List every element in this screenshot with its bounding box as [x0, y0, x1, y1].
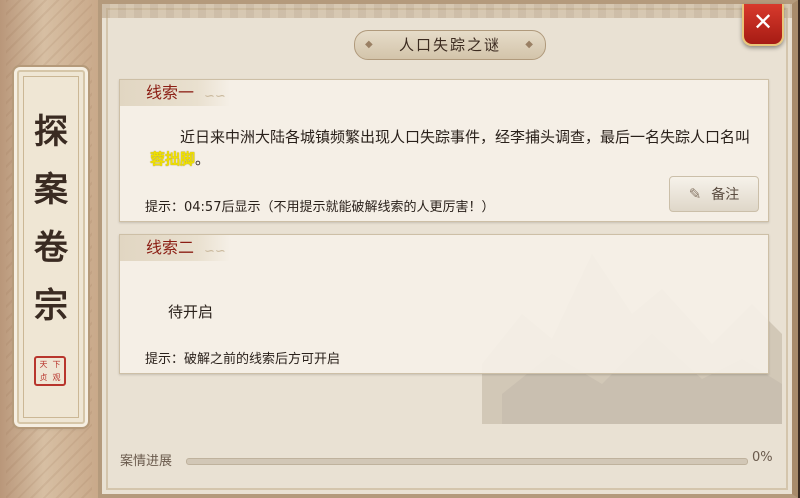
clue-hint: 提示：04:57后显示（不用提示就能破解线索的人更厉害！）	[145, 200, 495, 215]
case-progress-bar	[186, 458, 748, 465]
banner-title-char: 宗	[34, 286, 68, 326]
clue-status: 待开启	[168, 303, 214, 321]
seal-char: 贞	[39, 373, 48, 382]
decorative-top-band	[102, 4, 792, 18]
progress-value: 0%	[752, 450, 773, 465]
clue-label: 线索二	[146, 238, 195, 257]
seal-char: 下	[52, 360, 61, 369]
close-button[interactable]: ✕	[742, 4, 784, 46]
suspect-name[interactable]: 蓉拙脚	[150, 150, 195, 168]
clue-text-end: 。	[195, 150, 211, 168]
note-button-label: 备注	[711, 187, 740, 203]
clue-card-2: 线索二 ∽∽ 待开启 提示：破解之前的线索后方可开启	[119, 234, 769, 374]
clue-label: 线索一	[146, 83, 195, 102]
swirl-ornament-icon: ∽∽	[204, 244, 226, 259]
red-seal-stamp: 天下贞观	[34, 356, 66, 386]
clue-header: 线索二 ∽∽	[120, 235, 230, 261]
banner-title-char: 案	[34, 170, 68, 210]
note-button[interactable]: ✎ 备注	[669, 176, 759, 212]
pencil-icon: ✎	[688, 185, 702, 203]
clue-text: 近日来中洲大陆各城镇频繁出现人口失踪事件，经李捕头调查，最后一名失踪人口名叫	[180, 128, 751, 146]
page-title: 人口失踪之谜	[354, 30, 546, 60]
swirl-ornament-icon: ∽∽	[204, 89, 226, 104]
clue-hint: 提示：破解之前的线索后方可开启	[145, 352, 341, 367]
clue-description: 近日来中洲大陆各城镇频繁出现人口失踪事件，经李捕头调查，最后一名失踪人口名叫蓉拙…	[150, 126, 750, 170]
case-detail-panel: 人口失踪之谜 ✕ 线索一 ∽∽ 近日来中洲大陆各城镇频繁出现人口失踪事件，经李捕…	[98, 0, 798, 498]
banner-title-char: 探	[34, 112, 68, 152]
case-file-banner: 探 案 卷 宗 天下贞观	[0, 0, 100, 498]
seal-char: 天	[39, 360, 48, 369]
seal-char: 观	[52, 373, 61, 382]
clue-header: 线索一 ∽∽	[120, 80, 230, 106]
banner-title-char: 卷	[34, 228, 68, 268]
progress-label: 案情进展	[120, 454, 173, 469]
case-file-scroll: 探 案 卷 宗 天下贞观	[17, 70, 85, 424]
clue-card-1: 线索一 ∽∽ 近日来中洲大陆各城镇频繁出现人口失踪事件，经李捕头调查，最后一名失…	[119, 79, 769, 222]
close-icon[interactable]: ✕	[753, 8, 773, 36]
